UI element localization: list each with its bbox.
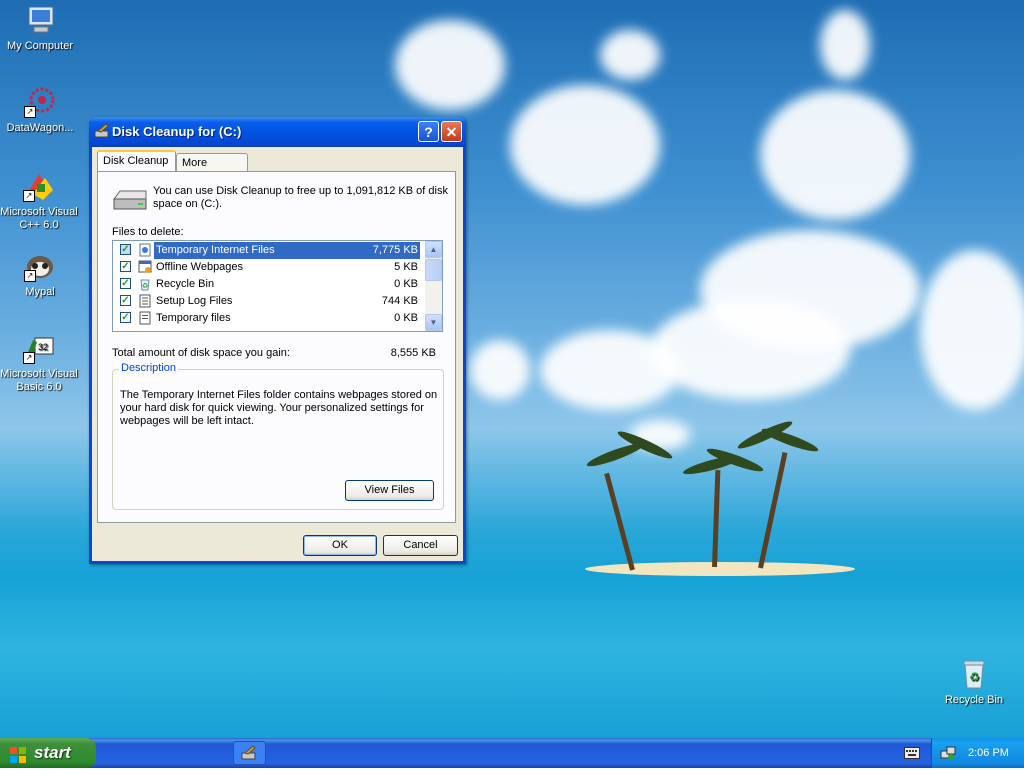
keyboard-icon[interactable] [904, 746, 920, 759]
window-client-area: Disk Cleanup More Options You can use Di… [92, 147, 463, 561]
shortcut-arrow-icon: ↗ [23, 352, 35, 364]
checkbox[interactable]: ✓ [120, 295, 131, 306]
tab-more-options[interactable]: More Options [176, 153, 248, 187]
checkbox[interactable]: ✓ [120, 312, 131, 323]
files-to-delete-label: Files to delete: [112, 226, 184, 238]
taskbar: start 2:06 PM [0, 738, 1024, 768]
cloud [920, 250, 1024, 410]
clock[interactable]: 2:06 PM [968, 738, 1009, 768]
scroll-up-arrow-icon[interactable]: ▲ [425, 241, 442, 258]
desktop-icon-my-computer[interactable]: My Computer [0, 4, 80, 53]
desktop-icon-visual-cpp[interactable]: ↗ Microsoft Visual C++ 6.0 [0, 170, 78, 232]
cancel-button[interactable]: Cancel [383, 535, 458, 556]
desktop-icon-label: My Computer [6, 40, 74, 52]
file-size: 744 KB [381, 295, 418, 307]
palm-leaves [760, 425, 820, 455]
help-button[interactable]: ? [418, 121, 439, 142]
checkbox[interactable]: ✓ [120, 261, 131, 272]
shortcut-arrow-icon: ↗ [24, 270, 36, 282]
datawagon-icon: ↗ [24, 86, 56, 118]
tab-disk-cleanup[interactable]: Disk Cleanup [97, 150, 176, 171]
desktop-icon-label: Mypal [25, 286, 55, 298]
description-legend: Description [119, 362, 179, 374]
desktop-icon-label: Microsoft Visual Basic 6.0 [0, 368, 78, 393]
recycle-bin-icon: ♻ [138, 277, 152, 291]
scrollbar-thumb[interactable] [425, 259, 442, 281]
svg-text:♻: ♻ [969, 670, 980, 684]
svg-text:♻: ♻ [142, 282, 148, 290]
desktop-icon-label: DataWagon... [6, 122, 74, 134]
file-row[interactable]: ✓ Temporary files 0 KB [114, 310, 424, 327]
windows-flag-icon [9, 744, 27, 763]
island [585, 562, 855, 576]
ok-button[interactable]: OK [303, 535, 377, 556]
cloud [820, 10, 870, 80]
shortcut-arrow-icon: ↗ [24, 106, 36, 118]
start-button[interactable]: start [0, 738, 96, 768]
checkbox[interactable]: ✓ [120, 244, 131, 255]
disk-cleanup-window: Disk Cleanup for (C:) ? ✕ Disk Cleanup M… [89, 117, 466, 564]
window-title: Disk Cleanup for (C:) [112, 124, 242, 139]
desktop-icon-visual-basic[interactable]: 32 ↗ Microsoft Visual Basic 6.0 [0, 332, 78, 394]
files-list[interactable]: ✓ Temporary Internet Files 7,775 KB ✓ Of… [112, 240, 443, 332]
svg-text:32: 32 [38, 342, 48, 352]
mypal-icon: ↗ [24, 250, 56, 282]
network-icon[interactable] [940, 745, 956, 761]
desktop-icon-datawagon[interactable]: ↗ DataWagon... [0, 86, 80, 135]
desktop-icon-mypal[interactable]: ↗ Mypal [0, 250, 80, 299]
visual-cpp-icon: ↗ [23, 170, 55, 202]
shortcut-arrow-icon: ↗ [23, 190, 35, 202]
desktop-icon-label: Recycle Bin [944, 694, 1004, 706]
cloud [600, 30, 660, 80]
file-name: Temporary Internet Files [154, 242, 346, 259]
file-size: 5 KB [394, 261, 418, 273]
scroll-down-arrow-icon[interactable]: ▼ [425, 314, 442, 331]
file-row[interactable]: ✓ ♻ Recycle Bin 0 KB [114, 276, 424, 293]
desktop-icon-recycle-bin[interactable]: ♻ Recycle Bin [934, 658, 1014, 707]
temp-file-icon [138, 311, 152, 325]
file-row[interactable]: ✓ Temporary Internet Files 7,775 KB [114, 242, 424, 259]
cloud [510, 85, 660, 205]
title-bar[interactable]: Disk Cleanup for (C:) ? ✕ [89, 117, 466, 147]
total-space-label: Total amount of disk space you gain: [112, 347, 290, 359]
view-files-button[interactable]: View Files [345, 480, 434, 501]
recycle-bin-icon: ♻ [958, 658, 990, 690]
disk-cleanup-icon [94, 123, 110, 139]
cloud [395, 20, 505, 110]
taskbar-item-disk-cleanup[interactable] [233, 741, 266, 765]
file-size: 0 KB [394, 312, 418, 324]
hard-drive-icon [112, 187, 148, 213]
file-row[interactable]: ✓ Setup Log Files 744 KB [114, 293, 424, 310]
log-file-icon [138, 294, 152, 308]
cloud [760, 90, 910, 220]
total-space-value: 8,555 KB [390, 347, 436, 359]
file-size: 0 KB [394, 278, 418, 290]
intro-text: You can use Disk Cleanup to free up to 1… [153, 185, 448, 210]
start-label: start [34, 743, 71, 762]
cloud [650, 300, 850, 400]
disk-cleanup-icon [241, 745, 256, 760]
visual-basic-icon: 32 ↗ [23, 332, 55, 364]
palm-tree [604, 472, 635, 571]
tab-panel: You can use Disk Cleanup to free up to 1… [97, 171, 456, 523]
file-row[interactable]: ✓ Offline Webpages 5 KB [114, 259, 424, 276]
file-size: 7,775 KB [344, 242, 420, 259]
cloud [470, 340, 530, 400]
close-button[interactable]: ✕ [441, 121, 462, 142]
internet-files-icon [138, 243, 152, 257]
vertical-scrollbar[interactable]: ▲ ▼ [425, 241, 442, 331]
checkbox[interactable]: ✓ [120, 278, 131, 289]
desktop-icon-label: Microsoft Visual C++ 6.0 [0, 206, 78, 231]
system-tray: 2:06 PM [931, 738, 1024, 768]
palm-tree [712, 469, 721, 568]
my-computer-icon [24, 4, 56, 36]
description-text: The Temporary Internet Files folder cont… [120, 389, 438, 427]
description-group: Description The Temporary Internet Files… [112, 362, 444, 510]
offline-webpages-icon [138, 260, 152, 274]
